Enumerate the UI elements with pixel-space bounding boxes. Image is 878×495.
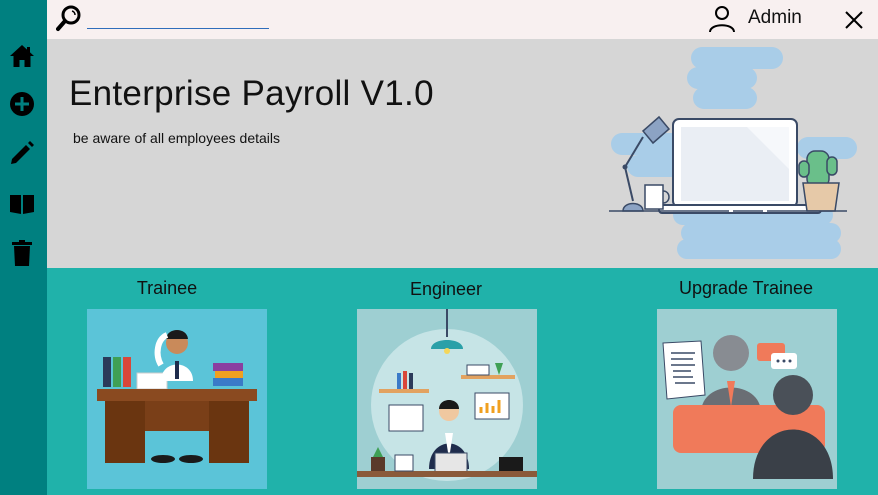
search-icon[interactable] xyxy=(56,4,82,32)
close-icon[interactable] xyxy=(842,8,866,32)
sidebar-item-add[interactable] xyxy=(8,90,36,118)
trainee-card[interactable] xyxy=(87,309,267,489)
user-icon[interactable] xyxy=(708,5,736,33)
sidebar-item-view[interactable] xyxy=(8,190,36,218)
sidebar-item-edit[interactable] xyxy=(8,139,36,167)
pencil-icon xyxy=(11,141,34,164)
book-icon xyxy=(10,195,34,214)
trash-icon xyxy=(12,240,32,266)
engineer-card[interactable] xyxy=(357,309,537,489)
sidebar xyxy=(0,0,47,495)
hero-banner: Enterprise Payroll V1.0 be aware of all … xyxy=(47,39,878,268)
sidebar-item-home[interactable] xyxy=(8,42,36,70)
home-icon xyxy=(10,45,34,67)
page-title: Enterprise Payroll V1.0 xyxy=(69,74,434,113)
card-title-upgrade-trainee: Upgrade Trainee xyxy=(678,278,814,298)
upgrade-trainee-card[interactable] xyxy=(657,309,837,489)
card-title-trainee: Trainee xyxy=(136,278,198,298)
page-subtitle: be aware of all employees details xyxy=(73,130,281,146)
add-circle-icon xyxy=(10,92,34,116)
card-title-engineer: Engineer xyxy=(409,279,483,299)
sidebar-item-delete[interactable] xyxy=(8,239,36,267)
laptop-desk-illustration xyxy=(609,47,857,259)
top-bar: Admin xyxy=(47,0,878,39)
user-label[interactable]: Admin xyxy=(748,7,802,29)
search-input[interactable] xyxy=(87,6,269,29)
